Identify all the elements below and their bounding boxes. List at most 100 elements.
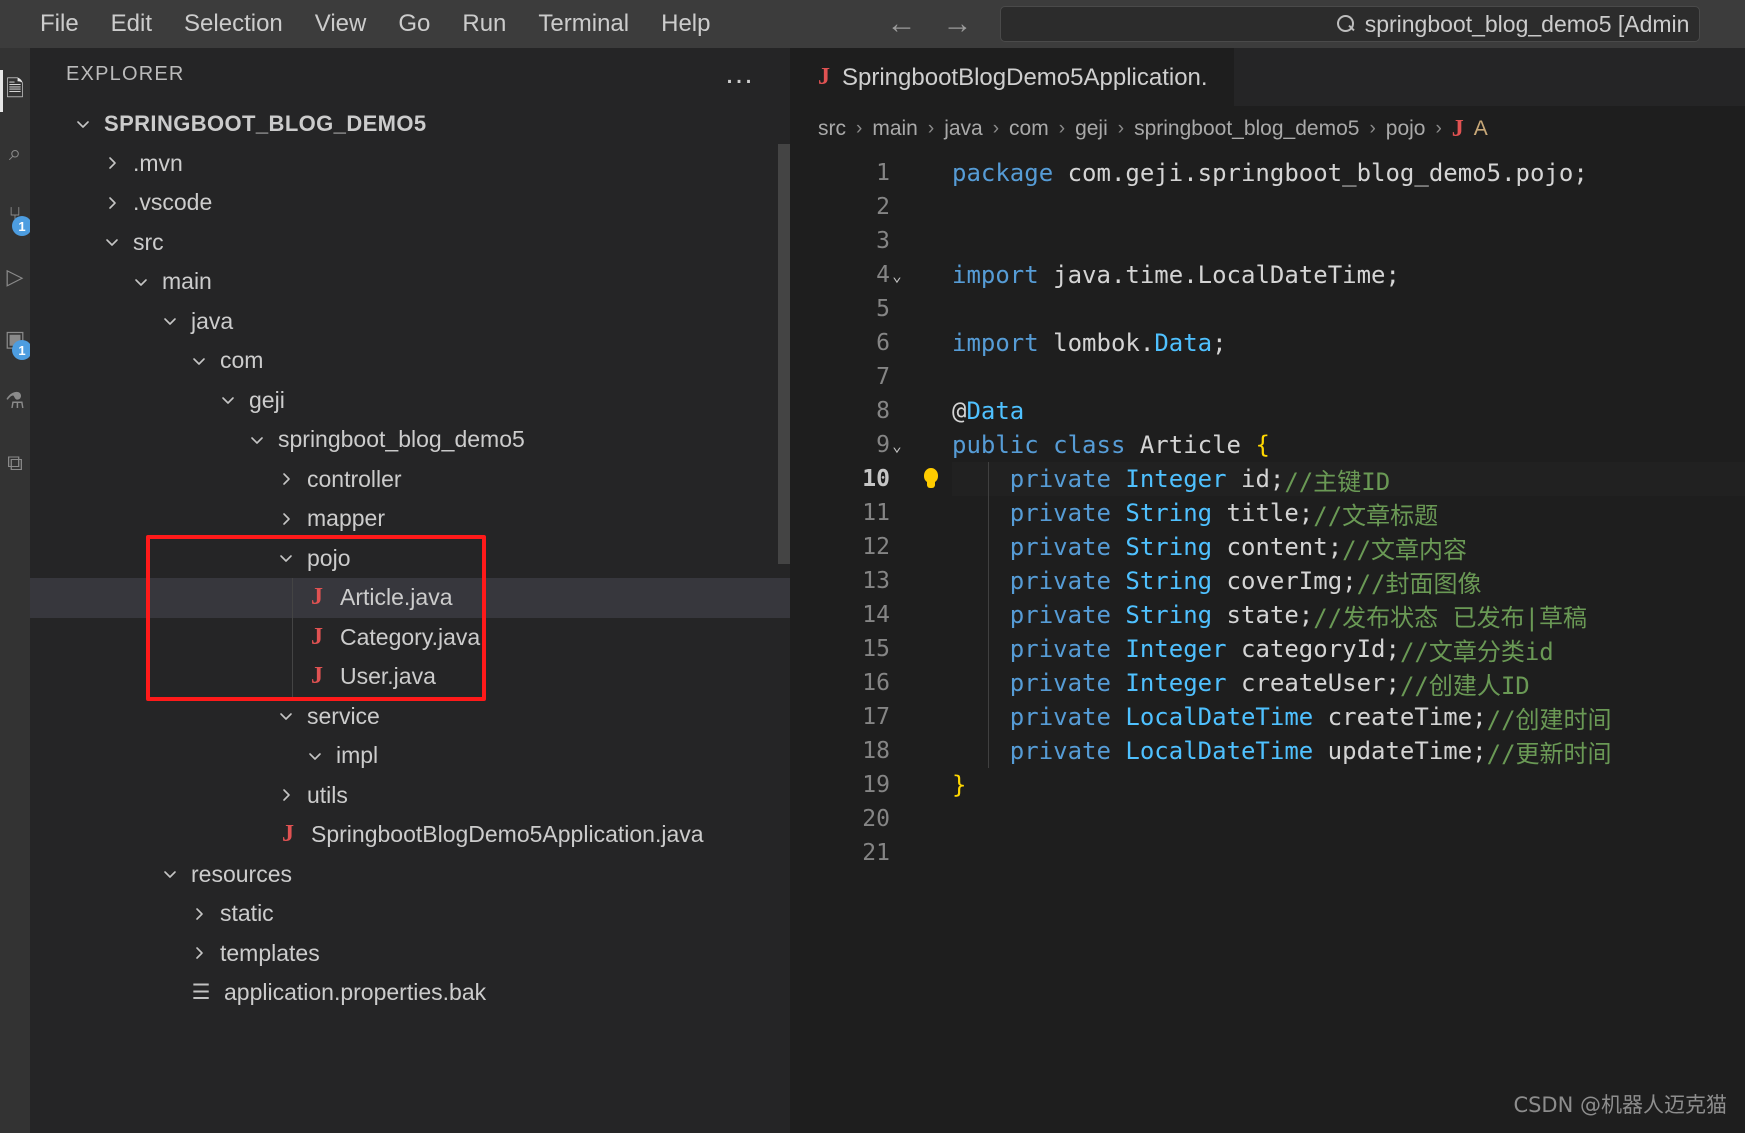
breadcrumb-file-label[interactable]: A — [1474, 117, 1488, 141]
source-control-icon[interactable]: ⑂ 1 — [0, 184, 32, 246]
chevron-down-icon[interactable] — [273, 708, 299, 724]
search-icon[interactable]: ⌕ — [0, 122, 30, 184]
chevron-down-icon[interactable] — [273, 550, 299, 566]
tree-row[interactable]: pojo — [30, 539, 790, 579]
editor-tab-springbootblogdemo5application[interactable]: J SpringbootBlogDemo5Application. — [790, 48, 1234, 106]
code-line[interactable] — [952, 802, 1745, 836]
chevron-down-icon[interactable] — [70, 116, 96, 132]
tree-row[interactable]: ☰ application.properties.bak — [30, 973, 790, 1013]
chevron-right-icon[interactable] — [273, 787, 299, 803]
tree-row[interactable]: impl — [30, 736, 790, 776]
code-editor[interactable]: 1 2 3 4 5 6 7 8 9 10 11 12 13 14 15 16 17 18 19 20 21 packag… — [790, 152, 1745, 1133]
code-line[interactable]: private Integer createUser;//创建人ID — [952, 666, 1745, 700]
tree-row[interactable]: springboot_blog_demo5 — [30, 420, 790, 460]
tree-row[interactable]: utils — [30, 776, 790, 816]
tree-row[interactable]: J Article.java — [30, 578, 790, 618]
code-line[interactable]: private LocalDateTime updateTime;//更新时间 — [952, 734, 1745, 768]
tree-row[interactable]: J Category.java — [30, 618, 790, 658]
run-and-debug-icon[interactable]: ▷ — [0, 246, 30, 308]
code-line[interactable]: private String coverImg;//封面图像 — [952, 564, 1745, 598]
lightbulb-icon[interactable] — [923, 468, 939, 490]
back-arrow-icon[interactable]: ← — [886, 9, 916, 39]
code-line[interactable]: private String state;//发布状态 已发布|草稿 — [952, 598, 1745, 632]
tree-row[interactable]: resources — [30, 855, 790, 895]
remote-icon[interactable]: ⧉ — [0, 432, 30, 494]
code-line[interactable]: private Integer id;//主键ID — [952, 462, 1745, 496]
chevron-down-icon[interactable] — [99, 234, 125, 250]
tree-row[interactable]: J User.java — [30, 657, 790, 697]
tree-row[interactable]: mapper — [30, 499, 790, 539]
code-line[interactable]: private String content;//文章内容 — [952, 530, 1745, 564]
tree-root-row[interactable]: SPRINGBOOT_BLOG_DEMO5 — [30, 104, 790, 144]
tree-row[interactable]: main — [30, 262, 790, 302]
chevron-right-icon[interactable] — [273, 471, 299, 487]
tree-row[interactable]: src — [30, 223, 790, 263]
code-line[interactable]: @ Data — [952, 394, 1745, 428]
chevron-down-icon[interactable] — [157, 866, 183, 882]
menu-help[interactable]: Help — [645, 6, 726, 42]
tree-row[interactable]: java — [30, 302, 790, 342]
code-line[interactable]: } — [952, 768, 1745, 802]
menu-selection[interactable]: Selection — [168, 6, 299, 42]
explorer-icon[interactable]: 🗎 — [0, 60, 30, 122]
breadcrumb-separator-icon: › — [1058, 118, 1066, 139]
code-token: createUser; — [1226, 669, 1400, 697]
menu-terminal[interactable]: Terminal — [522, 6, 645, 42]
tree-row[interactable]: .vscode — [30, 183, 790, 223]
chevron-right-icon[interactable] — [99, 155, 125, 171]
code-line[interactable] — [952, 224, 1745, 258]
chevron-right-icon[interactable] — [99, 195, 125, 211]
code-line[interactable]: private Integer categoryId;//文章分类id — [952, 632, 1745, 666]
tree-row[interactable]: templates — [30, 934, 790, 974]
chevron-right-icon[interactable] — [273, 511, 299, 527]
chevron-down-icon[interactable] — [302, 748, 328, 764]
code-line[interactable]: ⌄ public class Article { — [892, 428, 1745, 462]
menu-go[interactable]: Go — [382, 6, 446, 42]
chevron-down-icon[interactable] — [215, 392, 241, 408]
chevron-down-icon[interactable] — [244, 432, 270, 448]
tree-row[interactable]: controller — [30, 460, 790, 500]
chevron-right-icon[interactable] — [186, 906, 212, 922]
breadcrumb-item[interactable]: com — [1009, 117, 1049, 141]
chevron-right-icon[interactable] — [186, 945, 212, 961]
lightbulb-icon[interactable] — [910, 462, 952, 496]
tree-row[interactable]: static — [30, 894, 790, 934]
code-line[interactable]: private String title;//文章标题 — [952, 496, 1745, 530]
menu-run[interactable]: Run — [446, 6, 522, 42]
breadcrumb-item[interactable]: java — [944, 117, 983, 141]
code-line[interactable]: ⌄ import java.time. LocalDateTime; — [892, 258, 1745, 292]
tree-row[interactable]: service — [30, 697, 790, 737]
chevron-down-icon[interactable] — [186, 353, 212, 369]
fold-chevron-icon[interactable]: ⌄ — [886, 266, 908, 285]
tree-row[interactable]: com — [30, 341, 790, 381]
command-center-search[interactable]: springboot_blog_demo5 [Admin — [1000, 6, 1701, 42]
menu-edit[interactable]: Edit — [95, 6, 168, 42]
chevron-down-icon[interactable] — [157, 313, 183, 329]
menu-file[interactable]: File — [24, 6, 95, 42]
chevron-down-icon[interactable] — [128, 274, 154, 290]
breadcrumb-item[interactable]: geji — [1075, 117, 1108, 141]
breadcrumb-item[interactable]: springboot_blog_demo5 — [1134, 117, 1359, 141]
sidebar-more-actions-button[interactable]: … — [724, 59, 756, 89]
breadcrumb-item[interactable]: pojo — [1386, 117, 1426, 141]
fold-chevron-icon[interactable]: ⌄ — [886, 436, 908, 455]
code-line[interactable]: package com.geji.springboot_blog_demo5.p… — [952, 156, 1745, 190]
sidebar-scrollbar[interactable] — [778, 144, 790, 564]
tree-row[interactable]: geji — [30, 381, 790, 421]
tree-row[interactable]: .mvn — [30, 144, 790, 184]
code-line[interactable] — [952, 292, 1745, 326]
code-content[interactable]: package com.geji.springboot_blog_demo5.p… — [892, 152, 1745, 1133]
java-file-icon: J — [311, 584, 323, 611]
forward-arrow-icon[interactable]: → — [942, 9, 972, 39]
code-line[interactable] — [952, 836, 1745, 870]
testing-icon[interactable]: ⚗ — [0, 370, 30, 432]
breadcrumb-item[interactable]: main — [872, 117, 918, 141]
extensions-icon[interactable]: ▣ 1 — [0, 308, 32, 370]
code-line[interactable] — [952, 190, 1745, 224]
code-line[interactable]: private LocalDateTime createTime;//创建时间 — [952, 700, 1745, 734]
code-line[interactable]: import lombok. Data; — [952, 326, 1745, 360]
menu-view[interactable]: View — [299, 6, 383, 42]
breadcrumb-item[interactable]: src — [818, 117, 846, 141]
code-line[interactable] — [952, 360, 1745, 394]
tree-row[interactable]: J SpringbootBlogDemo5Application.java — [30, 815, 790, 855]
